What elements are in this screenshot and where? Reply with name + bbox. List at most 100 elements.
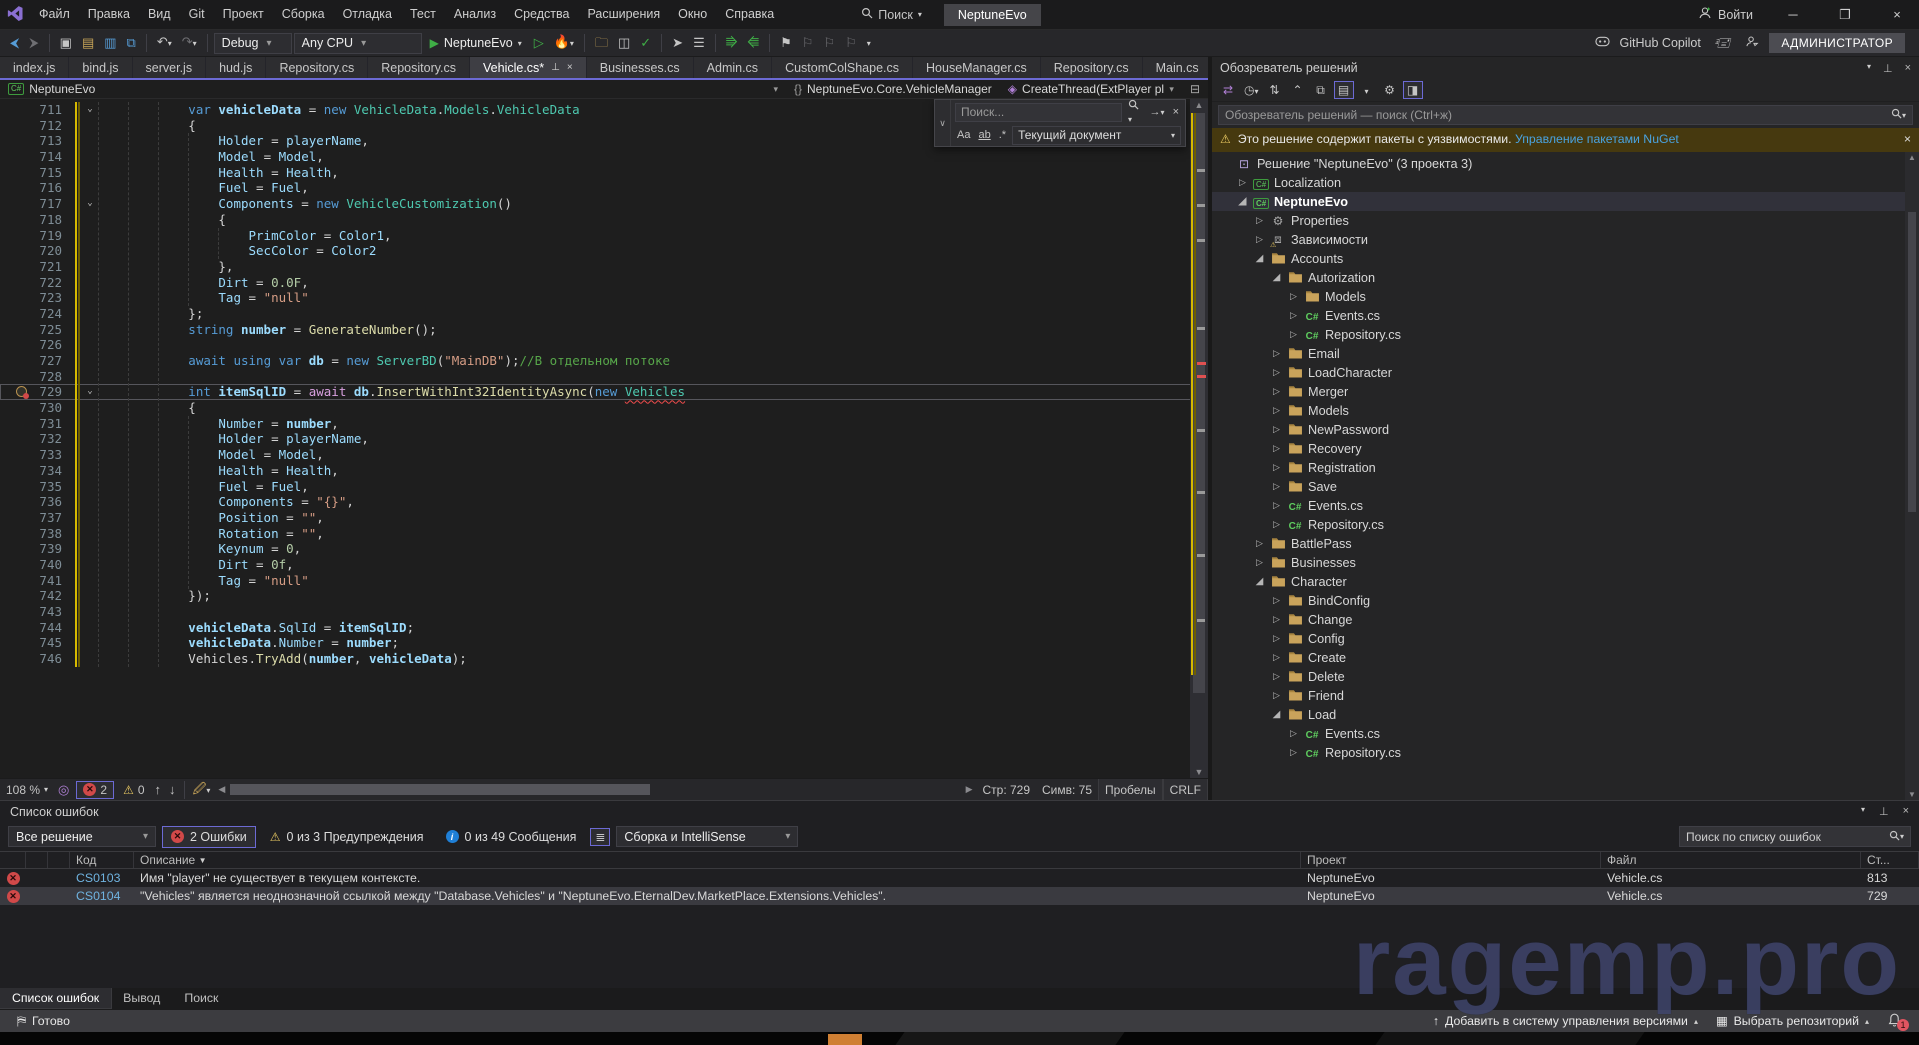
window-position-icon[interactable]: ▾	[1867, 62, 1871, 75]
menu-item-item[interactable]: Средства	[505, 0, 578, 29]
tree-item-config[interactable]: ▷Config	[1212, 629, 1919, 648]
tab-admin-cs[interactable]: Admin.cs	[694, 57, 771, 78]
tree-item-newpassword[interactable]: ▷NewPassword	[1212, 420, 1919, 439]
tree-item-merger[interactable]: ▷Merger	[1212, 382, 1919, 401]
menu-item-item[interactable]: Тест	[401, 0, 445, 29]
error-count-toggle[interactable]: ✕ 2	[76, 781, 114, 799]
code-line-720[interactable]: 720SecColor = Color2	[0, 243, 1208, 259]
expand-arrow-icon[interactable]: ▷	[1271, 443, 1282, 454]
tree-item-delete[interactable]: ▷Delete	[1212, 667, 1919, 686]
scroll-up-icon[interactable]: ▲	[1190, 100, 1208, 110]
code-line-722[interactable]: 722Dirt = 0.0F,	[0, 275, 1208, 291]
expand-arrow-icon[interactable]: ▷	[1271, 481, 1282, 492]
fold-collapse-icon[interactable]: ⌄	[82, 384, 98, 400]
tree-item-models[interactable]: ▷Models	[1212, 401, 1919, 420]
tab-housemanager-cs[interactable]: HouseManager.cs	[913, 57, 1040, 78]
github-copilot-icon[interactable]	[1595, 35, 1610, 51]
tree-item-neptuneevo[interactable]: ◢C#NeptuneEvo	[1212, 192, 1919, 211]
collapse-arrow-icon[interactable]: ◢	[1254, 576, 1265, 587]
preview-selected-items-toggle[interactable]: ◨	[1403, 81, 1423, 99]
find-in-files-icon[interactable]: 🗀	[591, 32, 612, 54]
tree-item-friend[interactable]: ▷Friend	[1212, 686, 1919, 705]
error-search-box[interactable]: ▾	[1679, 826, 1911, 847]
scrollbar-thumb[interactable]	[1908, 212, 1916, 512]
fold-collapse-icon[interactable]: ⌄	[82, 196, 98, 212]
navigate-back-icon[interactable]: ⮜	[6, 32, 23, 54]
navigate-forward-icon[interactable]: ⮞	[25, 32, 42, 54]
performance-profiler-icon[interactable]: 🔥▾	[550, 31, 578, 55]
tree-item-properties[interactable]: ▷⚙Properties	[1212, 211, 1919, 230]
expand-arrow-icon[interactable]: ▷	[1271, 462, 1282, 473]
scrollbar-thumb[interactable]	[230, 784, 650, 795]
breadcrumb-project[interactable]: C# NeptuneEvo ▾	[0, 80, 786, 98]
code-line-744[interactable]: 744vehicleData.SqlId = itemSqlID;	[0, 620, 1208, 636]
code-line-731[interactable]: 731Number = number,	[0, 416, 1208, 432]
breadcrumb-namespace[interactable]: {} NeptuneEvo.Core.VehicleManager	[786, 80, 1000, 98]
find-scope-select[interactable]: Текущий документ ▾	[1012, 126, 1181, 145]
code-line-742[interactable]: 742});	[0, 588, 1208, 604]
zoom-control[interactable]: 108 %▾	[0, 779, 54, 800]
code-line-733[interactable]: 733Model = Model,	[0, 447, 1208, 463]
menu-item-item[interactable]: Расширения	[578, 0, 669, 29]
maximize-button[interactable]: ❐	[1823, 0, 1867, 29]
scroll-down-icon[interactable]: ▼	[1190, 767, 1208, 777]
menu-item-item[interactable]: Анализ	[445, 0, 505, 29]
toggle-replace-chevron-icon[interactable]: ∨	[935, 100, 951, 146]
menu-item-item[interactable]: Справка	[716, 0, 783, 29]
menu-item-item[interactable]: Отладка	[334, 0, 401, 29]
tab-businesses-cs[interactable]: Businesses.cs	[587, 57, 693, 78]
expand-arrow-icon[interactable]: ▷	[1288, 291, 1299, 302]
properties-icon[interactable]: ⚙	[1380, 82, 1400, 98]
toolbar-overflow-icon[interactable]: ▾	[863, 31, 875, 55]
scroll-up-icon[interactable]: ▲	[1905, 153, 1919, 162]
code-line-740[interactable]: 740Dirt = 0f,	[0, 557, 1208, 573]
expand-arrow-icon[interactable]: ▷	[1271, 386, 1282, 397]
tree-item-businesses[interactable]: ▷Businesses	[1212, 553, 1919, 572]
tree-item-change[interactable]: ▷Change	[1212, 610, 1919, 629]
tab-repository-cs[interactable]: Repository.cs	[1041, 57, 1142, 78]
close-icon[interactable]: ×	[1171, 106, 1181, 118]
expand-arrow-icon[interactable]: ▷	[1271, 633, 1282, 644]
menu-item-item[interactable]: Файл	[30, 0, 79, 29]
collapse-arrow-icon[interactable]: ◢	[1237, 196, 1248, 207]
menu-item-item[interactable]: Проект	[214, 0, 273, 29]
code-line-718[interactable]: 718{	[0, 212, 1208, 228]
error-source-select[interactable]: Сборка и IntelliSense▾	[616, 826, 798, 847]
tab-hud-js[interactable]: hud.js	[206, 57, 265, 78]
collapse-arrow-icon[interactable]: ◢	[1254, 253, 1265, 264]
sync-with-active-document-icon[interactable]: ⇄	[1218, 82, 1238, 98]
previous-issue-icon[interactable]: ↑	[151, 779, 166, 801]
editor-horizontal-scrollbar[interactable]: ◀ ▶	[218, 779, 972, 800]
sign-in-button[interactable]: Войти	[1688, 6, 1763, 23]
code-editor[interactable]: 711⌄var vehicleData = new VehicleData.Mo…	[0, 99, 1208, 778]
tab-index-js[interactable]: index.js	[0, 57, 68, 78]
code-line-732[interactable]: 732Holder = playerName,	[0, 431, 1208, 447]
tree-item-recovery[interactable]: ▷Recovery	[1212, 439, 1919, 458]
tree-item-character[interactable]: ◢Character	[1212, 572, 1919, 591]
expand-arrow-icon[interactable]: ▷	[1288, 728, 1299, 739]
close-icon[interactable]: ×	[567, 62, 573, 73]
error-search-input[interactable]	[1686, 830, 1889, 844]
solution-platform-select[interactable]: Any CPU▾	[294, 33, 422, 54]
menu-item-git[interactable]: Git	[180, 0, 214, 29]
code-line-724[interactable]: 724};	[0, 306, 1208, 322]
tab-server-js[interactable]: server.js	[133, 57, 206, 78]
expand-arrow-icon[interactable]: ▷	[1271, 690, 1282, 701]
format-document-icon[interactable]: ☰	[689, 32, 709, 54]
split-window-icon[interactable]: ⊟	[1182, 82, 1208, 96]
open-file-icon[interactable]: ▤	[78, 32, 98, 54]
warnings-filter-button[interactable]: ⚠ 0 из 3 Предупреждения	[262, 826, 432, 848]
code-cleanup-icon[interactable]: 🖉▾	[189, 778, 215, 802]
code-line-727[interactable]: 727await using var db = new ServerBD("Ma…	[0, 353, 1208, 369]
show-all-files-toggle[interactable]: ▤	[1334, 81, 1354, 99]
menu-item-item[interactable]: Окно	[669, 0, 716, 29]
manage-nuget-link[interactable]: Управление пакетами NuGet	[1515, 132, 1679, 146]
solution-explorer-window-icon[interactable]: ◫	[614, 32, 634, 54]
notifications-bell-button[interactable]: 1	[1878, 1013, 1911, 1030]
find-next-icon[interactable]: →▾	[1148, 106, 1167, 118]
menu-item-item[interactable]: Вид	[139, 0, 180, 29]
expand-arrow-icon[interactable]: ▷	[1271, 367, 1282, 378]
collapse-all-icon[interactable]: ⌃	[1288, 82, 1308, 98]
tab-customcolshape-cs[interactable]: CustomColShape.cs	[772, 57, 912, 78]
tree-item-item[interactable]: ▷⧈⚠Зависимости	[1212, 230, 1919, 249]
